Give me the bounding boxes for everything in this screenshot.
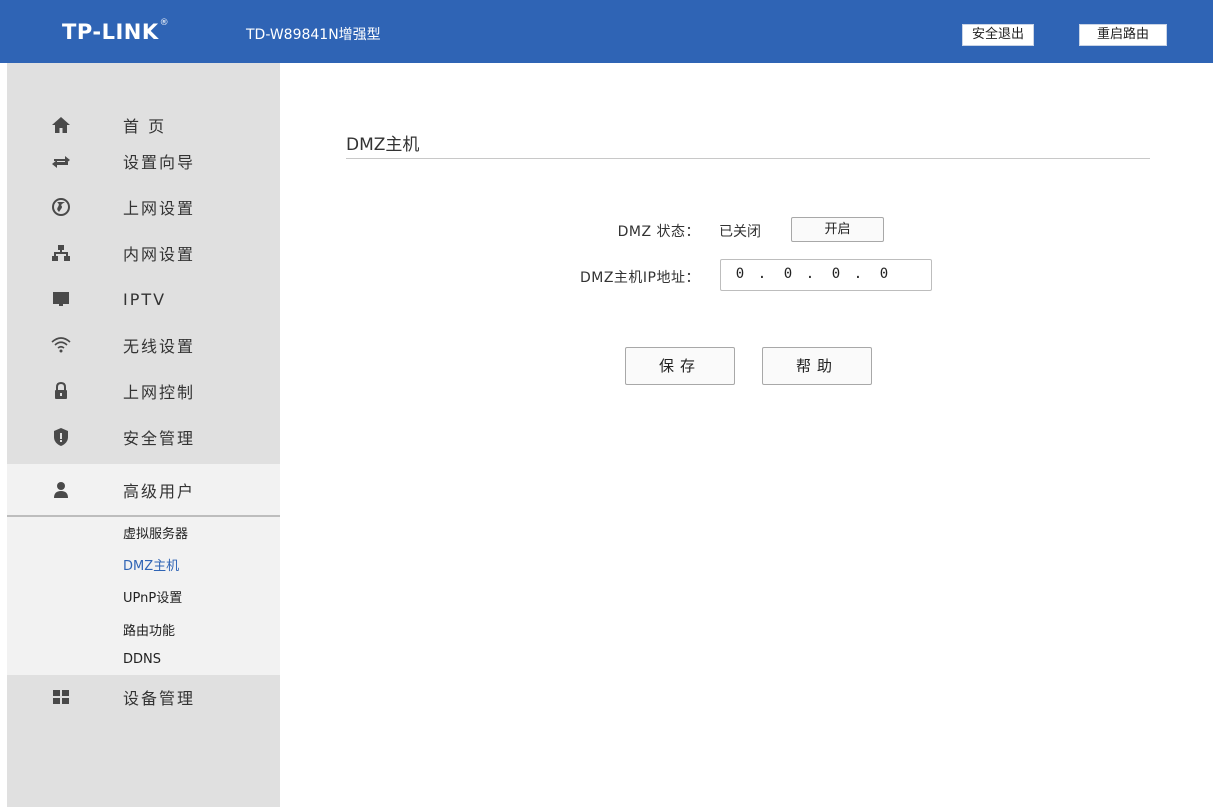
enable-dmz-button[interactable]: 开启 xyxy=(791,217,884,242)
submenu-virtual-server[interactable]: 虚拟服务器 xyxy=(123,523,188,542)
logo-text: TP-LINK xyxy=(62,20,159,44)
ip-octet-3[interactable]: 0 xyxy=(825,266,847,282)
sidebar-item-access-control[interactable]: 上网控制 xyxy=(7,368,280,414)
monitor-icon xyxy=(51,289,71,309)
ip-separator: . xyxy=(757,266,767,282)
sidebar-item-security[interactable]: 安全管理 xyxy=(7,414,280,460)
submenu-upnp[interactable]: UPnP设置 xyxy=(123,587,182,606)
sidebar-item-label: 无线设置 xyxy=(123,337,196,356)
sidebar-item-label: 内网设置 xyxy=(123,245,196,264)
arrows-icon xyxy=(51,151,71,171)
ip-octet-2[interactable]: 0 xyxy=(777,266,799,282)
sidebar-item-label: 设备管理 xyxy=(123,689,196,708)
sidebar-item-label: 上网设置 xyxy=(123,199,196,218)
save-button[interactable]: 保存 xyxy=(625,347,735,385)
submenu-ddns[interactable]: DDNS xyxy=(123,652,161,667)
page-title: DMZ主机 xyxy=(346,135,420,155)
wifi-icon xyxy=(51,335,71,355)
ip-octet-1[interactable]: 0 xyxy=(729,266,751,282)
lock-icon xyxy=(51,381,71,401)
sidebar-item-label: 高级用户 xyxy=(123,481,196,501)
submenu-dmz-host[interactable]: DMZ主机 xyxy=(123,555,179,574)
logout-button[interactable]: 安全退出 xyxy=(962,24,1034,46)
tp-link-logo: TP-LINK® xyxy=(62,18,170,44)
ip-separator: . xyxy=(805,266,815,282)
dmz-ip-input[interactable]: 0 . 0 . 0 . 0 xyxy=(720,259,932,291)
sidebar-item-internet[interactable]: 上网设置 xyxy=(7,184,280,230)
sidebar: 首 页 设置向导 上网设置 内网设置 IPTV 无线设置 上网控制 安全管理 高… xyxy=(7,63,280,807)
sidebar-item-label: 上网控制 xyxy=(123,383,196,402)
sidebar-item-iptv[interactable]: IPTV xyxy=(7,276,280,322)
ip-separator: . xyxy=(853,266,863,282)
sidebar-item-label: 设置向导 xyxy=(123,153,196,172)
sidebar-item-wizard[interactable]: 设置向导 xyxy=(7,138,280,184)
globe-icon xyxy=(51,197,71,217)
help-button[interactable]: 帮助 xyxy=(762,347,872,385)
dmz-status-value: 已关闭 xyxy=(719,224,761,240)
sidebar-item-label: IPTV xyxy=(123,289,167,309)
shield-icon xyxy=(51,427,71,447)
sidebar-item-label: 首 页 xyxy=(123,117,167,136)
sidebar-item-advanced[interactable]: 高级用户 xyxy=(7,464,280,515)
home-icon xyxy=(51,115,71,135)
dmz-ip-label: DMZ主机IP地址： xyxy=(579,270,700,286)
sidebar-item-lan[interactable]: 内网设置 xyxy=(7,230,280,276)
title-divider xyxy=(346,158,1150,159)
grid-icon xyxy=(51,687,71,707)
network-icon xyxy=(51,243,71,263)
dmz-status-label: DMZ 状态： xyxy=(617,224,700,240)
top-header: TP-LINK® TD-W89841N增强型 安全退出 重启路由 xyxy=(0,0,1213,63)
sidebar-item-device-management[interactable]: 设备管理 xyxy=(7,674,280,720)
model-name: TD-W89841N增强型 xyxy=(246,27,381,43)
submenu-routing[interactable]: 路由功能 xyxy=(123,620,175,639)
user-icon xyxy=(51,480,71,500)
ip-octet-4[interactable]: 0 xyxy=(873,266,895,282)
registered-mark: ® xyxy=(159,18,170,28)
advanced-submenu: 虚拟服务器 DMZ主机 UPnP设置 路由功能 DDNS xyxy=(7,515,280,675)
reboot-button[interactable]: 重启路由 xyxy=(1079,24,1167,46)
sidebar-item-wireless[interactable]: 无线设置 xyxy=(7,322,280,368)
sidebar-item-label: 安全管理 xyxy=(123,429,196,448)
